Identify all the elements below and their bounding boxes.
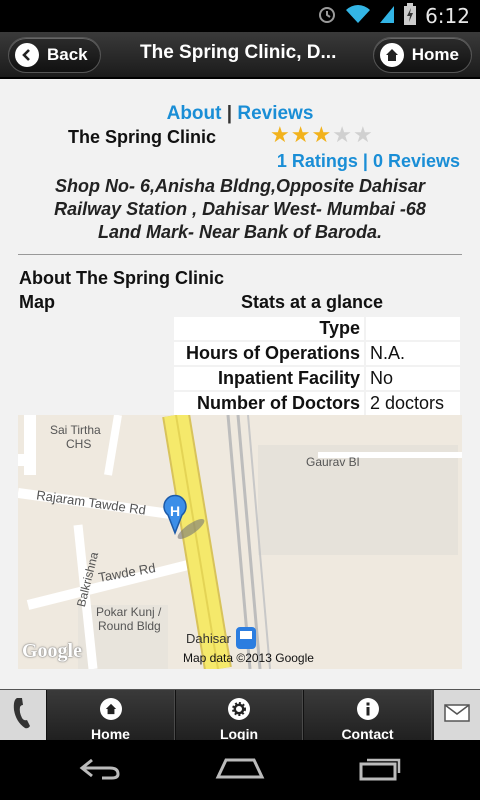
tab-login-label: Login xyxy=(219,726,259,741)
back-button-label: Back xyxy=(47,45,88,64)
stats-heading: Stats at a glance xyxy=(241,292,384,312)
home-icon xyxy=(379,43,404,67)
map-label: Dahisar xyxy=(186,631,231,646)
tab-contact-label: Contact xyxy=(341,726,394,741)
star-empty-icon: ★ xyxy=(352,123,373,148)
star-filled-icon: ★ xyxy=(270,123,290,148)
info-icon xyxy=(356,698,379,720)
home-button[interactable]: Home xyxy=(372,37,472,73)
ratings-count[interactable]: 1 Ratings xyxy=(277,151,358,171)
star-empty-icon: ★ xyxy=(332,123,352,148)
map-label: Gaurav Bl xyxy=(306,455,360,469)
app-header: Back The Spring Clinic, D... Home xyxy=(0,32,480,78)
map-heading: Map xyxy=(19,292,55,312)
address-line: Railway Station , Dahisar West- Mumbai -… xyxy=(54,199,426,219)
address-line: Land Mark- Near Bank of Baroda. xyxy=(97,222,383,242)
home-button-label: Home xyxy=(411,45,459,64)
table-row: Type xyxy=(174,317,460,340)
tab-contact[interactable]: Contact xyxy=(303,690,432,741)
ratings-summary: 1 Ratings | 0 Reviews xyxy=(277,151,460,172)
gear-icon xyxy=(228,698,250,720)
address-line: Shop No- 6,Anisha Bldng,Opposite Dahisar xyxy=(54,176,426,196)
map-label: CHS xyxy=(66,437,92,451)
stat-label: Number of Doctors xyxy=(174,392,364,415)
system-nav-bar xyxy=(0,740,480,800)
map-label: Sai Tirtha xyxy=(50,423,101,437)
alarm-icon xyxy=(317,4,337,29)
stat-label: Type xyxy=(174,317,364,340)
about-heading: About The Spring Clinic xyxy=(19,268,224,288)
email-button[interactable] xyxy=(434,690,480,741)
map-background xyxy=(18,415,462,669)
stat-label: Hours of Operations xyxy=(174,342,364,365)
divider xyxy=(18,254,462,255)
status-bar: 6:12 xyxy=(0,0,480,32)
nav-recents-button[interactable] xyxy=(350,754,410,786)
stat-value xyxy=(366,317,460,340)
nav-home-button[interactable] xyxy=(210,754,270,786)
status-clock: 6:12 xyxy=(425,4,470,28)
map-marker-label: H xyxy=(170,503,181,519)
clinic-name: The Spring Clinic xyxy=(68,127,217,147)
stat-value: N.A. xyxy=(366,342,460,365)
phone-icon xyxy=(12,696,34,735)
table-row: Hours of Operations N.A. xyxy=(174,342,460,365)
section-links: About | Reviews xyxy=(0,103,480,125)
table-row: Number of Doctors 2 doctors xyxy=(174,392,460,415)
tab-home[interactable]: Home xyxy=(46,690,175,741)
nav-back-button[interactable] xyxy=(70,754,130,786)
map-attribution: Map data ©2013 Google xyxy=(183,651,314,665)
rating-stars: ★ ★ ★ ★ ★ xyxy=(270,125,373,147)
reviews-link[interactable]: Reviews xyxy=(237,103,313,124)
ratings-separator: | xyxy=(362,151,368,171)
mail-icon xyxy=(444,704,470,727)
clinic-detail-content: About | Reviews The Spring Clinic ★ ★ ★ ★ ★ … xyxy=(0,79,480,689)
link-separator: | xyxy=(226,103,233,124)
map-label: Pokar Kunj / xyxy=(96,605,162,619)
clinic-address: Shop No- 6,Anisha Bldng,Opposite Dahisar… xyxy=(18,175,462,244)
map-label: Round Bldg xyxy=(98,619,161,633)
stat-value: No xyxy=(366,367,460,390)
home-icon xyxy=(99,698,122,720)
tab-home-label: Home xyxy=(91,726,130,741)
recents-icon xyxy=(357,755,403,786)
page-title: The Spring Clinic, D... xyxy=(140,42,337,63)
back-arrow-icon xyxy=(15,43,39,67)
back-icon xyxy=(78,756,122,785)
google-logo: Google xyxy=(22,640,82,662)
home-outline-icon xyxy=(215,757,265,784)
back-button[interactable]: Back xyxy=(8,37,101,73)
signal-icon xyxy=(379,4,395,29)
wifi-icon xyxy=(345,4,371,29)
about-link[interactable]: About xyxy=(167,103,222,124)
star-filled-icon: ★ xyxy=(311,123,332,148)
stat-label: Inpatient Facility xyxy=(174,367,364,390)
tab-login[interactable]: Login xyxy=(175,690,303,741)
call-button[interactable] xyxy=(0,690,46,741)
location-map[interactable]: H Sai Tirtha CHS Gaurav Bl Rajaram Tawde… xyxy=(18,415,462,669)
star-filled-icon: ★ xyxy=(290,123,311,148)
reviews-count[interactable]: 0 Reviews xyxy=(373,151,460,171)
stats-table: Type Hours of Operations N.A. Inpatient … xyxy=(172,315,462,417)
table-row: Inpatient Facility No xyxy=(174,367,460,390)
battery-charging-icon xyxy=(403,2,417,30)
bottom-tab-bar: Home Login Contact xyxy=(0,689,480,741)
stat-value: 2 doctors xyxy=(366,392,460,415)
